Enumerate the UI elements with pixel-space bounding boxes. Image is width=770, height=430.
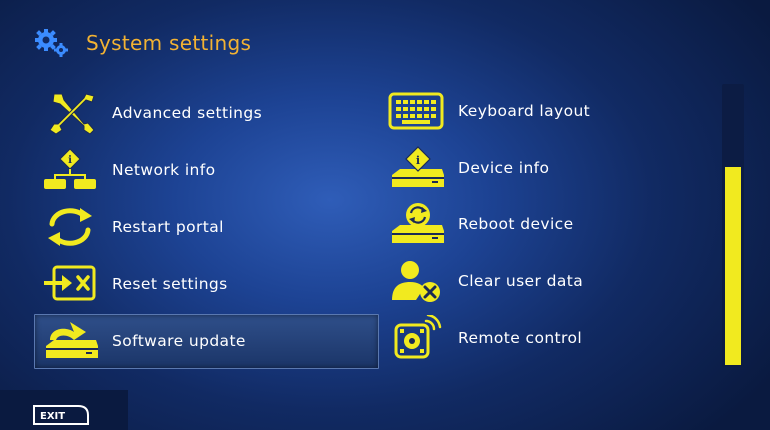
menu-item-clear-user-data[interactable]: Clear user data bbox=[386, 258, 583, 304]
exit-button[interactable]: EXIT bbox=[32, 404, 90, 426]
clear-user-icon bbox=[386, 258, 446, 304]
menu-item-label: Restart portal bbox=[112, 218, 224, 236]
reset-icon bbox=[40, 261, 100, 307]
svg-text:i: i bbox=[416, 154, 420, 167]
keyboard-icon bbox=[386, 88, 446, 134]
gears-icon bbox=[35, 29, 68, 57]
software-update-icon bbox=[40, 318, 100, 364]
menu-item-reboot-device[interactable]: Reboot device bbox=[386, 201, 574, 247]
menu-item-label: Remote control bbox=[458, 329, 583, 347]
menu-item-restart-portal[interactable]: Restart portal bbox=[40, 204, 224, 250]
menu-item-label: Reboot device bbox=[458, 215, 574, 233]
svg-text:i: i bbox=[68, 155, 72, 166]
scrollbar-track[interactable] bbox=[722, 84, 744, 367]
menu-item-label: Clear user data bbox=[458, 272, 584, 290]
menu-item-label: Software update bbox=[112, 332, 246, 350]
menu-item-keyboard-layout[interactable]: Keyboard layout bbox=[386, 88, 590, 134]
device-info-icon: i bbox=[386, 145, 446, 191]
menu-item-label: Device info bbox=[458, 159, 550, 177]
menu-item-advanced-settings[interactable]: Advanced settings bbox=[40, 90, 262, 136]
menu-item-remote-control[interactable]: Remote control bbox=[386, 315, 582, 361]
menu-item-label: Reset settings bbox=[112, 275, 228, 293]
menu-item-device-info[interactable]: i Device info bbox=[386, 145, 549, 191]
network-info-icon: i bbox=[40, 147, 100, 193]
scrollbar-thumb[interactable] bbox=[725, 167, 741, 365]
menu-item-label: Keyboard layout bbox=[458, 102, 591, 120]
exit-label: EXIT bbox=[40, 411, 65, 422]
restart-arrows-icon bbox=[40, 204, 100, 250]
reboot-device-icon bbox=[386, 201, 446, 247]
menu-item-label: Advanced settings bbox=[112, 104, 263, 122]
header: System settings bbox=[34, 26, 251, 60]
menu-item-software-update[interactable]: Software update bbox=[40, 318, 246, 364]
wrench-screwdriver-icon bbox=[40, 90, 100, 136]
menu-item-label: Network info bbox=[112, 161, 216, 179]
remote-control-icon bbox=[386, 315, 446, 361]
page-title: System settings bbox=[86, 31, 252, 55]
menu-item-reset-settings[interactable]: Reset settings bbox=[40, 261, 228, 307]
menu-item-network-info[interactable]: i Network info bbox=[40, 147, 216, 193]
